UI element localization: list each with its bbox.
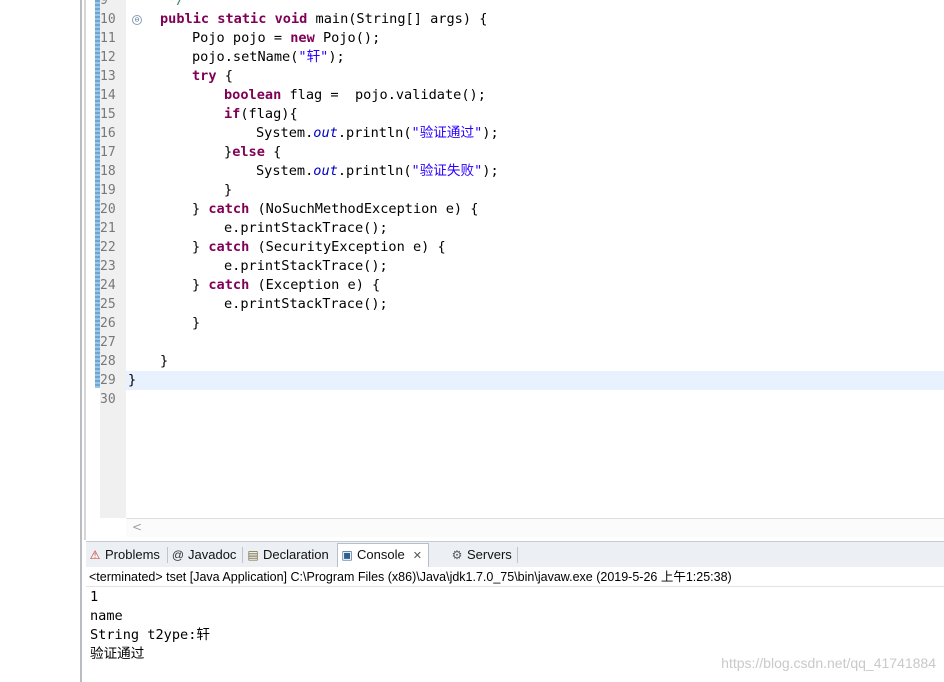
watermark: https://blog.csdn.net/qq_41741884	[721, 655, 936, 671]
line-number: 24	[100, 278, 116, 293]
code-line-12: pojo.setName("轩");	[192, 49, 345, 65]
code-line-25: e.printStackTrace();	[224, 296, 388, 312]
line-number: 22	[100, 240, 116, 255]
code-line-22: } catch (SecurityException e) {	[192, 239, 446, 255]
code-line-23: e.printStackTrace();	[224, 258, 388, 274]
code-line-17: }else {	[224, 144, 282, 160]
line-number: 20	[100, 202, 116, 217]
line-number: 19	[100, 183, 116, 198]
line-number: 29	[100, 373, 116, 388]
line-number: 25	[100, 297, 116, 312]
code-line-14: boolean flag = pojo.validate();	[224, 87, 486, 103]
code-line-10: public static void main(String[] args) {	[160, 11, 488, 27]
line-number: 27	[100, 335, 116, 350]
tab-label: Javadoc	[188, 547, 237, 562]
tab-javadoc[interactable]: @ Javadoc	[171, 544, 237, 566]
console-line: String t2ype:轩	[90, 627, 210, 643]
code-line-26: }	[192, 315, 201, 331]
close-icon[interactable]: ✕	[413, 550, 422, 562]
code-line-24: } catch (Exception e) {	[192, 277, 381, 293]
code-editor[interactable]: 9 10 ⊖ 11 12 13 14 15 16 17 18 19 20 21 …	[86, 0, 944, 540]
console-icon: ▣	[341, 548, 353, 562]
line-number: 26	[100, 316, 116, 331]
console-line: 1	[90, 589, 99, 605]
code-line-18: System.out.println("验证失败");	[256, 163, 499, 179]
console-line: name	[90, 608, 123, 624]
tab-label: Console	[357, 547, 405, 562]
scroll-left-arrow-icon[interactable]: <	[132, 519, 142, 536]
line-number: 16	[100, 126, 116, 141]
left-panel	[0, 0, 80, 682]
line-number: 30	[100, 392, 116, 407]
code-line-28: }	[160, 353, 169, 369]
tab-declaration[interactable]: ▤ Declaration	[246, 544, 329, 566]
line-number: 10	[100, 12, 116, 27]
line-number: 9	[100, 0, 108, 8]
code-line-13: try {	[192, 68, 233, 84]
tab-separator	[517, 547, 518, 563]
tab-separator	[167, 547, 168, 563]
tab-console[interactable]: ▣ Console ✕	[337, 543, 429, 568]
line-number: 12	[100, 50, 116, 65]
line-number: 11	[100, 31, 116, 46]
tab-label: Problems	[105, 547, 160, 562]
horizontal-scrollbar[interactable]: <	[126, 518, 944, 537]
line-number: 18	[100, 164, 116, 179]
code-line-21: e.printStackTrace();	[224, 220, 388, 236]
code-line-15: if(flag){	[224, 106, 298, 122]
problems-icon: ⚠	[89, 548, 101, 562]
tab-separator	[242, 547, 243, 563]
code-line-9: */	[168, 0, 185, 8]
declaration-icon: ▤	[247, 548, 259, 562]
view-tab-bar: ⚠ Problems @ Javadoc ▤ Declaration ▣ Console…	[86, 541, 944, 568]
tab-problems[interactable]: ⚠ Problems	[88, 544, 160, 566]
code-line-29: }	[128, 372, 137, 388]
line-number: 21	[100, 221, 116, 236]
tab-servers[interactable]: ⚙ Servers	[450, 544, 512, 566]
tab-label: Declaration	[263, 547, 329, 562]
code-line-19: }	[224, 182, 233, 198]
console-line: 验证通过	[90, 646, 145, 662]
panel-divider[interactable]	[80, 0, 82, 682]
code-line-11: Pojo pojo = new Pojo();	[192, 30, 381, 46]
line-number: 23	[100, 259, 116, 274]
line-number: 15	[100, 107, 116, 122]
servers-icon: ⚙	[451, 548, 463, 562]
line-number: 17	[100, 145, 116, 160]
line-number: 14	[100, 88, 116, 103]
line-number: 28	[100, 354, 116, 369]
console-status: <terminated> tset [Java Application] C:\…	[86, 567, 944, 587]
line-number-ruler: 9 10 ⊖ 11 12 13 14 15 16 17 18 19 20 21 …	[100, 0, 142, 518]
code-line-20: } catch (NoSuchMethodException e) {	[192, 201, 479, 217]
code-text-area[interactable]: */ public static void main(String[] args…	[126, 0, 944, 518]
current-line-highlight	[126, 371, 944, 390]
code-line-16: System.out.println("验证通过");	[256, 125, 499, 141]
javadoc-icon: @	[171, 548, 185, 562]
tab-label: Servers	[467, 547, 512, 562]
line-number: 13	[100, 69, 116, 84]
